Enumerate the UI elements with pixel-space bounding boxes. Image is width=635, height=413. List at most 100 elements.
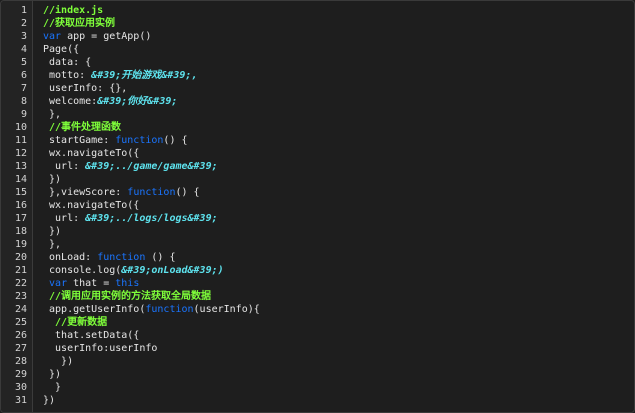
code-lines: 1 //index.js 2 //获取应用实例 3 var app = getApp() 4… [1, 4, 634, 407]
code-line[interactable]: 5 data: { [1, 56, 634, 69]
plain-token: app = getApp() [61, 31, 152, 42]
code-text: }) [43, 394, 55, 407]
code-line[interactable]: 23 //调用应用实例的方法获取全局数据 [1, 290, 634, 303]
code-text: that.setData({ [43, 329, 139, 342]
code-line[interactable]: 10 //事件处理函数 [1, 121, 634, 134]
code-line[interactable]: 21 console.log(&#39;onLoad&#39;) [1, 264, 634, 277]
code-text: userInfo:userInfo [43, 342, 157, 355]
code-line[interactable]: 4 Page({ [1, 43, 634, 56]
plain-token: onLoad: [43, 252, 98, 263]
code-text: }) [43, 355, 73, 368]
line-number: 24 [14, 304, 27, 315]
code-text: },viewScore: function() { [43, 186, 200, 199]
plain-token: }) [43, 369, 62, 380]
code-text: } [43, 381, 61, 394]
code-line[interactable]: 19 }, [1, 238, 634, 251]
code-text: motto: &#39;开始游戏&#39;, [43, 69, 197, 82]
line-number: 17 [14, 213, 27, 224]
line-number: 28 [14, 356, 27, 367]
code-line[interactable]: 18 }) [1, 225, 634, 238]
line-number: 1 [20, 5, 27, 16]
line-number: 25 [14, 317, 27, 328]
line-number: 8 [20, 96, 27, 107]
plain-token: userInfo:userInfo [43, 343, 158, 354]
line-number: 2 [20, 18, 27, 29]
comment-token: //调用应用实例的方法获取全局数据 [43, 291, 212, 302]
code-line[interactable]: 1 //index.js [1, 4, 634, 17]
code-text: //获取应用实例 [43, 17, 115, 30]
line-number: 9 [20, 109, 27, 120]
line-number: 13 [14, 161, 27, 172]
keyword-token: var [43, 31, 62, 42]
code-text: wx.navigateTo({ [43, 147, 139, 160]
string-token: &#39;../game/game&#39; [85, 161, 218, 172]
code-text: //更新数据 [43, 316, 107, 329]
code-line[interactable]: 3 var app = getApp() [1, 30, 634, 43]
string-token: &#39;开始游戏&#39;, [91, 70, 198, 81]
line-number: 16 [14, 200, 27, 211]
code-line[interactable]: 17 url: &#39;../logs/logs&#39; [1, 212, 634, 225]
plain-token: }) [43, 226, 62, 237]
code-line[interactable]: 13 url: &#39;../game/game&#39; [1, 160, 634, 173]
plain-token: url: [43, 213, 86, 224]
plain-token: }) [43, 174, 62, 185]
plain-token: welcome: [43, 96, 98, 107]
code-text: }, [43, 238, 61, 251]
plain-token: Page({ [43, 44, 80, 55]
plain-token: }) [43, 356, 74, 367]
code-line[interactable]: 12 wx.navigateTo({ [1, 147, 634, 160]
code-line[interactable]: 6 motto: &#39;开始游戏&#39;, [1, 69, 634, 82]
line-number: 4 [20, 44, 27, 55]
code-editor[interactable]: 1 //index.js 2 //获取应用实例 3 var app = getApp() 4… [0, 0, 635, 413]
string-token: &#39;onLoad&#39;) [121, 265, 224, 276]
line-number: 12 [14, 148, 27, 159]
code-line[interactable]: 31}) [1, 394, 634, 407]
code-line[interactable]: 27 userInfo:userInfo [1, 342, 634, 355]
plain-token: } [43, 382, 62, 393]
code-line[interactable]: 20 onLoad: function () { [1, 251, 634, 264]
plain-token: wx.navigateTo({ [43, 148, 140, 159]
code-text: url: &#39;../game/game&#39; [43, 160, 218, 173]
plain-token: userInfo: {}, [43, 83, 128, 94]
code-line[interactable]: 14 }) [1, 173, 634, 186]
code-line[interactable]: 25 //更新数据 [1, 316, 634, 329]
line-number: 11 [14, 135, 27, 146]
plain-token: () { [145, 252, 176, 263]
plain-token: () { [175, 187, 200, 198]
code-line[interactable]: 24 app.getUserInfo(function(userInfo){ [1, 303, 634, 316]
comment-token: //更新数据 [43, 317, 108, 328]
plain-token: }) [43, 395, 56, 406]
code-line[interactable]: 7 userInfo: {}, [1, 82, 634, 95]
plain-token: }, [43, 239, 62, 250]
code-line[interactable]: 26 that.setData({ [1, 329, 634, 342]
plain-token: wx.navigateTo({ [43, 200, 140, 211]
plain-token: that.setData({ [43, 330, 140, 341]
line-number: 29 [14, 369, 27, 380]
code-line[interactable]: 11 startGame: function() { [1, 134, 634, 147]
code-line[interactable]: 22 var that = this [1, 277, 634, 290]
code-line[interactable]: 29 }) [1, 368, 634, 381]
code-text: //index.js [43, 4, 103, 17]
code-text: }) [43, 225, 61, 238]
code-line[interactable]: 2 //获取应用实例 [1, 17, 634, 30]
keyword-token: var [49, 278, 68, 289]
code-text: startGame: function() { [43, 134, 188, 147]
code-line[interactable]: 28 }) [1, 355, 634, 368]
code-line[interactable]: 9 }, [1, 108, 634, 121]
code-text: console.log(&#39;onLoad&#39;) [43, 264, 224, 277]
line-number: 14 [14, 174, 27, 185]
code-line[interactable]: 30 } [1, 381, 634, 394]
keyword-token: function [97, 252, 146, 263]
code-text: wx.navigateTo({ [43, 199, 139, 212]
plain-token: app.getUserInfo( [43, 304, 146, 315]
line-number: 31 [14, 395, 27, 406]
code-line[interactable]: 16 wx.navigateTo({ [1, 199, 634, 212]
code-line[interactable]: 15 },viewScore: function() { [1, 186, 634, 199]
code-text: //调用应用实例的方法获取全局数据 [43, 290, 211, 303]
plain-token: console.log( [43, 265, 122, 276]
line-number: 7 [20, 83, 27, 94]
line-number: 18 [14, 226, 27, 237]
line-number: 23 [14, 291, 27, 302]
line-number: 6 [20, 70, 27, 81]
code-line[interactable]: 8 welcome:&#39;你好&#39; [1, 95, 634, 108]
